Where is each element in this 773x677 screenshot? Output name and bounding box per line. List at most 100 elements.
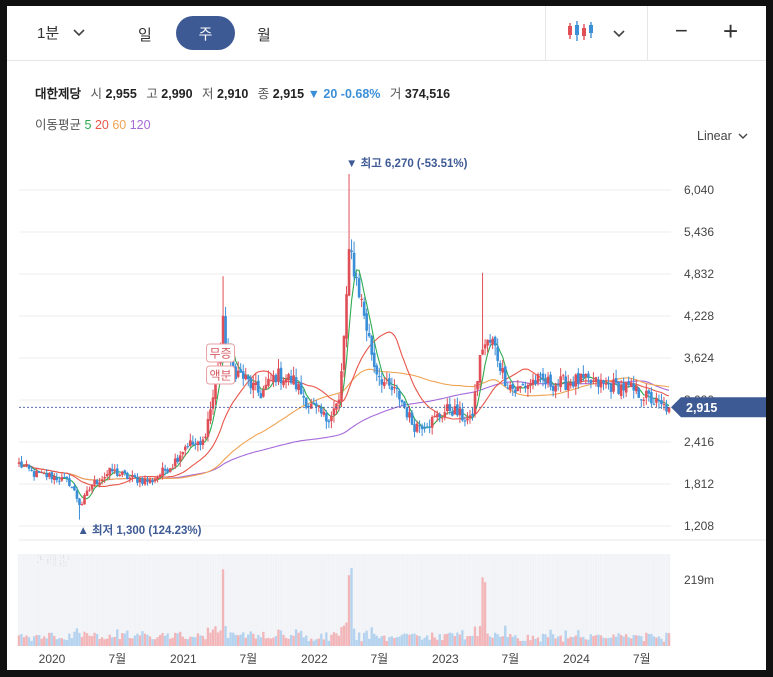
volume-bar <box>652 636 656 646</box>
price-tick-label: 4,228 <box>684 309 714 323</box>
volume-bg-bar <box>650 554 653 646</box>
volume-bar <box>221 569 225 646</box>
candle-body <box>317 405 321 407</box>
candle-body <box>314 403 318 407</box>
volume-bg-bar <box>468 554 472 646</box>
candle-body <box>461 408 464 421</box>
volume-bg-bar <box>199 554 202 646</box>
candle-body <box>425 427 429 429</box>
candle-body <box>259 393 263 399</box>
candle-body <box>627 381 630 385</box>
candle-body <box>75 490 79 499</box>
candle-body <box>262 389 265 397</box>
volume-bg-bar <box>171 554 174 646</box>
volume-bg-bar <box>423 554 426 646</box>
volume-bar <box>481 577 484 646</box>
volume-bar <box>395 637 399 646</box>
volume-bg-bar <box>191 554 195 646</box>
volume-bg-bar <box>526 554 530 646</box>
candle-body <box>380 379 384 385</box>
candle-body <box>506 387 510 389</box>
candle-body <box>352 252 356 277</box>
volume-bg-bar <box>635 554 638 646</box>
volume-bg-bar <box>632 554 635 646</box>
volume-bar <box>362 632 366 646</box>
volume-bar <box>123 633 127 646</box>
candle-body <box>443 412 447 418</box>
volume-bg-bar <box>17 554 21 646</box>
volume-bg-bar <box>425 554 429 646</box>
moving-average-line-120 <box>18 380 670 481</box>
candle-body <box>604 382 608 385</box>
volume-bar <box>27 637 31 646</box>
volume-bar <box>564 630 567 646</box>
candle-body <box>415 423 419 432</box>
volume-bar <box>181 636 184 646</box>
volume-bar <box>531 635 535 646</box>
candle-body <box>508 385 512 390</box>
candle-body <box>569 383 573 386</box>
candle-body <box>161 467 164 477</box>
volume-bar <box>322 639 326 646</box>
volume-bg-bar <box>264 554 268 646</box>
volume-bg-bar <box>453 554 457 646</box>
candle-body <box>73 486 76 491</box>
price-chart[interactable]: 6,0405,4364,8324,2283,6243,0202,4161,812… <box>7 6 766 670</box>
volume-bg-bar <box>400 554 404 646</box>
volume-bg-bar <box>647 554 651 646</box>
candle-body <box>115 468 119 476</box>
volume-bg-bar <box>514 554 517 646</box>
volume-bg-bar <box>257 554 260 646</box>
candle-body <box>377 375 381 378</box>
volume-bg-bar <box>415 554 419 646</box>
volume-bar <box>53 635 56 646</box>
volume-bar <box>68 633 71 646</box>
volume-bg-bar <box>186 554 189 646</box>
candle-body <box>534 380 537 384</box>
volume-bg-bar <box>561 554 565 646</box>
x-tick-label: 7월 <box>239 652 257 666</box>
volume-bar <box>289 635 293 646</box>
volume-bg-bar <box>491 554 494 646</box>
candle-body <box>320 407 323 414</box>
candle-body <box>330 415 333 422</box>
candle-body <box>156 476 159 480</box>
volume-bar <box>239 634 242 646</box>
volume-bar <box>204 639 207 646</box>
volume-bar <box>415 635 419 646</box>
volume-bar <box>325 632 328 646</box>
candle-body <box>491 338 494 345</box>
candle-body <box>657 400 661 402</box>
candle-body <box>304 397 308 408</box>
candle-body <box>632 383 636 391</box>
volume-bar <box>584 639 588 646</box>
price-tick-label: 3,624 <box>684 351 714 365</box>
candle-body <box>244 374 248 380</box>
candle-body <box>297 384 300 391</box>
volume-bar <box>599 635 603 646</box>
volume-bg-bar <box>385 554 389 646</box>
volume-bar <box>408 634 411 646</box>
candle-body <box>589 379 593 384</box>
volume-bg-bar <box>60 554 64 646</box>
candle-body <box>63 476 66 478</box>
candle-body <box>345 294 348 339</box>
candle-body <box>257 380 260 393</box>
x-tick-label: 2022 <box>301 652 328 666</box>
volume-tick-label: 219m <box>684 573 714 587</box>
candle-body <box>438 414 442 418</box>
volume-bar <box>100 637 104 646</box>
candle-body <box>619 384 623 397</box>
volume-bar <box>272 637 275 646</box>
volume-bar <box>375 635 378 646</box>
candle-body <box>458 408 462 416</box>
volume-bar <box>214 626 217 646</box>
volume-bg-bar <box>88 554 91 646</box>
volume-bar <box>179 631 182 646</box>
candle-body <box>594 377 598 382</box>
volume-bg-bar <box>398 554 401 646</box>
volume-bar <box>267 637 270 646</box>
volume-bar <box>184 638 187 646</box>
volume-bar <box>403 633 406 646</box>
chart-window: 1분 일 주 월 − + 대한제당 시 2,955 고 2,990 저 2,91… <box>7 6 766 670</box>
